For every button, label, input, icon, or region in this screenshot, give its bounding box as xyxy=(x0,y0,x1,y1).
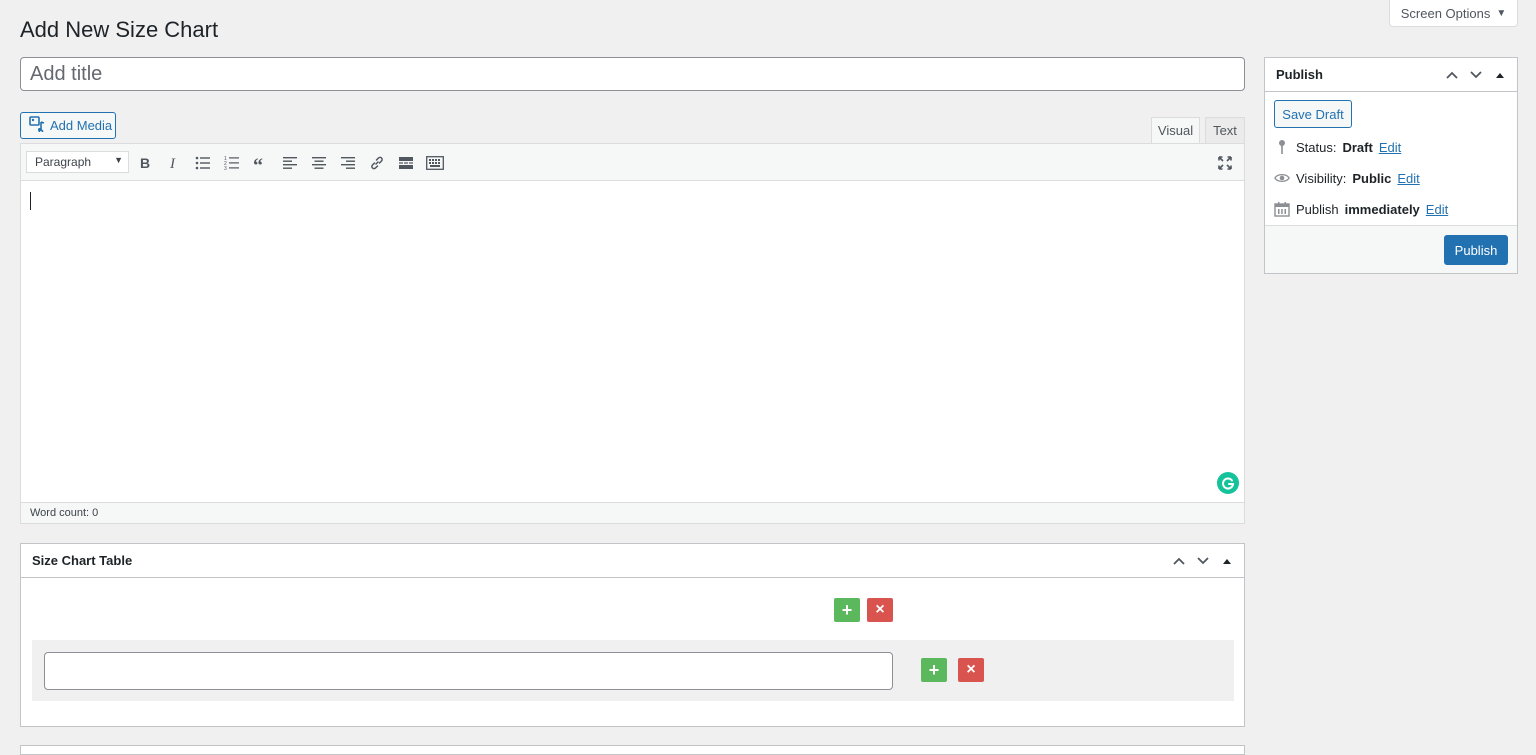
calendar-icon xyxy=(1274,201,1290,217)
bulleted-list-icon xyxy=(195,156,210,170)
add-media-label: Add Media xyxy=(50,118,113,133)
edit-status-link[interactable]: Edit xyxy=(1379,140,1401,155)
size-chart-table-header: Size Chart Table xyxy=(21,544,1244,578)
close-icon: × xyxy=(875,601,885,618)
collapse-triangle-icon[interactable] xyxy=(1489,64,1511,86)
svg-text:3: 3 xyxy=(224,166,227,170)
visibility-value: Public xyxy=(1352,170,1392,186)
close-icon: × xyxy=(966,661,976,678)
collapse-triangle-icon[interactable] xyxy=(1216,550,1238,572)
next-panel-edge xyxy=(20,745,1245,755)
media-icon xyxy=(29,116,45,135)
align-center-button[interactable] xyxy=(308,152,330,174)
screen-options-label: Screen Options xyxy=(1400,5,1491,21)
size-chart-table-title: Size Chart Table xyxy=(32,553,133,568)
insert-link-button[interactable] xyxy=(366,152,388,174)
publish-panel-title: Publish xyxy=(1276,67,1323,82)
svg-text:“: “ xyxy=(253,156,263,170)
align-right-icon xyxy=(341,157,355,169)
schedule-row: Publish immediately Edit xyxy=(1274,199,1448,219)
remove-row-button[interactable]: × xyxy=(958,658,984,682)
bulleted-list-button[interactable] xyxy=(192,152,214,174)
caret-down-icon: ▼ xyxy=(1496,7,1507,19)
chevron-up-icon[interactable] xyxy=(1168,550,1190,572)
schedule-value: immediately xyxy=(1344,201,1420,217)
align-center-icon xyxy=(312,157,326,169)
edit-visibility-link[interactable]: Edit xyxy=(1397,171,1419,186)
chevron-up-icon[interactable] xyxy=(1441,64,1463,86)
screen-options-button[interactable]: Screen Options ▼ xyxy=(1389,0,1518,27)
read-more-button[interactable] xyxy=(395,152,417,174)
publish-button[interactable]: Publish xyxy=(1444,235,1508,265)
plus-icon: + xyxy=(841,599,853,620)
chevron-down-icon[interactable] xyxy=(1192,550,1214,572)
editor-content-area[interactable] xyxy=(21,181,1244,502)
size-chart-cell-input[interactable] xyxy=(44,652,893,690)
page-title: Add New Size Chart xyxy=(20,17,219,42)
numbered-list-icon: 1 2 3 xyxy=(224,156,239,170)
status-label: Status: xyxy=(1296,139,1337,155)
visibility-row: Visibility: Public Edit xyxy=(1274,168,1420,188)
add-column-button[interactable]: + xyxy=(834,598,860,622)
fullscreen-icon xyxy=(1218,156,1232,170)
bold-icon: B xyxy=(140,156,150,170)
blockquote-icon: “ xyxy=(253,156,263,170)
svg-text:B: B xyxy=(140,156,150,170)
publish-panel: Publish Save Draft Status: Draft Edit Vi… xyxy=(1264,57,1518,274)
grammarly-icon[interactable] xyxy=(1217,472,1239,494)
align-left-icon xyxy=(283,157,297,169)
remove-column-button[interactable]: × xyxy=(867,598,893,622)
italic-button[interactable]: I xyxy=(163,152,185,174)
toolbar-toggle-button[interactable] xyxy=(424,152,446,174)
text-cursor xyxy=(30,192,31,210)
edit-schedule-link[interactable]: Edit xyxy=(1426,202,1448,217)
plus-icon: + xyxy=(928,659,940,680)
tab-text[interactable]: Text xyxy=(1205,117,1245,143)
save-draft-button[interactable]: Save Draft xyxy=(1274,100,1352,128)
read-more-icon xyxy=(399,157,413,169)
chevron-down-icon[interactable] xyxy=(1465,64,1487,86)
status-row: Status: Draft Edit xyxy=(1274,137,1401,157)
link-icon xyxy=(371,156,383,170)
tab-visual[interactable]: Visual xyxy=(1151,117,1200,143)
fullscreen-button[interactable] xyxy=(1214,152,1236,174)
word-count: Word count: 0 xyxy=(21,502,1244,523)
add-row-button[interactable]: + xyxy=(921,658,947,682)
editor-toolbar: Paragraph ▼ B I 1 2 3 “ xyxy=(21,144,1244,181)
content-editor: Paragraph ▼ B I 1 2 3 “ Word count: 0 xyxy=(20,143,1245,524)
caret-down-icon: ▼ xyxy=(114,155,123,165)
table-row: + × xyxy=(32,640,1234,701)
size-chart-table-panel: Size Chart Table + × + × xyxy=(20,543,1245,727)
format-select-value: Paragraph xyxy=(35,155,92,169)
visibility-label: Visibility: xyxy=(1296,170,1347,186)
numbered-list-button[interactable]: 1 2 3 xyxy=(221,152,243,174)
keyboard-icon xyxy=(426,156,444,170)
bold-button[interactable]: B xyxy=(134,152,156,174)
eye-icon xyxy=(1274,170,1290,186)
schedule-label: Publish xyxy=(1296,201,1339,217)
svg-text:I: I xyxy=(169,156,176,170)
publish-actions: Publish xyxy=(1265,225,1517,273)
publish-panel-header: Publish xyxy=(1265,58,1517,92)
status-value: Draft xyxy=(1342,139,1373,155)
italic-icon: I xyxy=(169,156,176,170)
add-media-button[interactable]: Add Media xyxy=(20,112,116,139)
post-title-input[interactable] xyxy=(20,57,1245,91)
pin-icon xyxy=(1274,139,1290,155)
blockquote-button[interactable]: “ xyxy=(250,152,272,174)
align-right-button[interactable] xyxy=(337,152,359,174)
align-left-button[interactable] xyxy=(279,152,301,174)
format-select[interactable]: Paragraph ▼ xyxy=(26,151,129,173)
